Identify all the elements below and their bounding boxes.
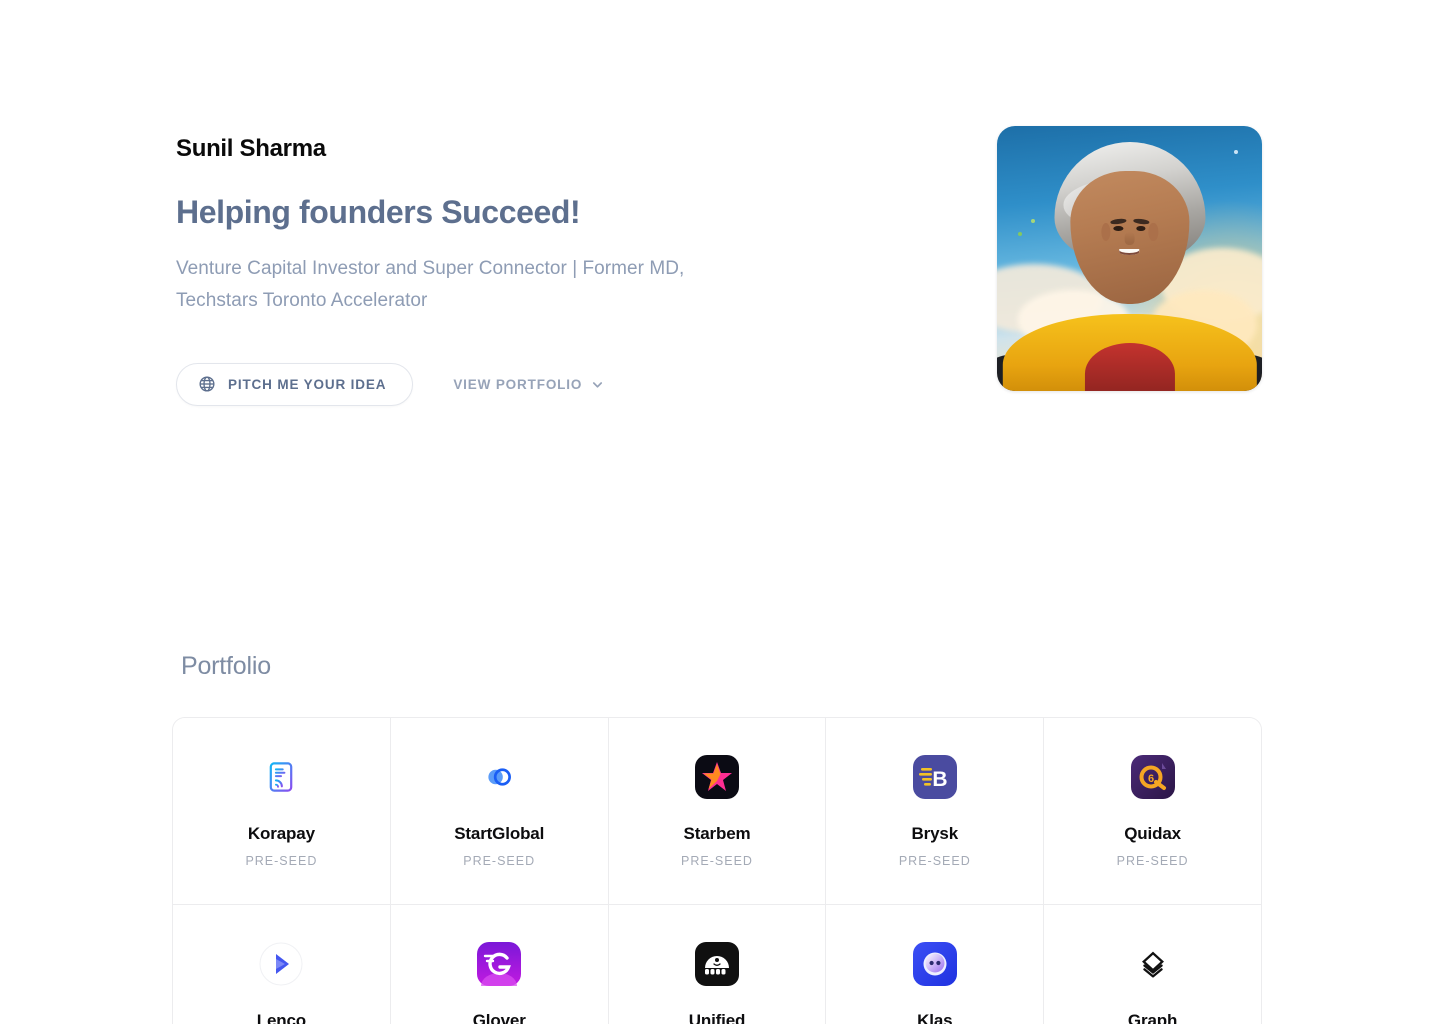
portfolio-heading: Portfolio <box>181 652 271 680</box>
portfolio-card-klas[interactable]: Klas PRE-SEED <box>825 905 1044 1024</box>
company-stage: PRE-SEED <box>245 853 318 868</box>
portfolio-card-brysk[interactable]: B Brysk PRE-SEED <box>825 718 1044 904</box>
brysk-logo: B <box>912 754 958 800</box>
globe-icon <box>198 375 216 393</box>
face <box>1069 171 1190 304</box>
company-stage: PRE-SEED <box>898 853 971 868</box>
ear-right <box>1148 222 1159 242</box>
company-name: Klas <box>917 1011 953 1024</box>
portfolio-grid: Korapay PRE-SEED StartGlobal PRE-SEED St… <box>172 717 1262 1024</box>
company-name: Graph <box>1127 1011 1178 1024</box>
company-name: Glover <box>472 1011 526 1024</box>
view-portfolio-button[interactable]: VIEW PORTFOLIO <box>453 377 604 392</box>
eye-right <box>1136 226 1146 231</box>
avatar-portrait <box>997 126 1262 391</box>
portfolio-card-starbem[interactable]: Starbem PRE-SEED <box>607 718 826 904</box>
unified-logo <box>694 941 740 987</box>
company-name: Lenco <box>256 1011 307 1024</box>
company-name: Quidax <box>1124 824 1181 844</box>
portfolio-row: Lenco PRE-SEED <box>173 904 1261 1024</box>
chevron-down-icon <box>591 378 604 391</box>
profile-headline: Helping founders Succeed! <box>176 193 581 230</box>
ear-left <box>1100 222 1111 242</box>
cta-row: PITCH ME YOUR IDEA VIEW PORTFOLIO <box>176 362 876 406</box>
profile-page: Sunil Sharma Helping founders Succeed! V… <box>0 0 1440 1024</box>
startglobal-logo <box>476 754 522 800</box>
pitch-me-your-idea-button[interactable]: PITCH ME YOUR IDEA <box>176 362 414 406</box>
mouth <box>1119 248 1140 255</box>
company-name: Brysk <box>911 824 959 844</box>
glover-logo <box>476 941 522 987</box>
view-portfolio-label: VIEW PORTFOLIO <box>453 376 583 392</box>
eyebrow-right <box>1132 217 1149 225</box>
portfolio-card-unified[interactable]: Unified PRE-SEED <box>607 905 826 1024</box>
company-stage: PRE-SEED <box>463 853 536 868</box>
company-stage: PRE-SEED <box>1116 853 1189 868</box>
portfolio-card-korapay[interactable]: Korapay PRE-SEED <box>173 718 390 904</box>
quidax-logo: 6 <box>1130 754 1176 800</box>
portfolio-row: Korapay PRE-SEED StartGlobal PRE-SEED St… <box>173 718 1261 904</box>
portfolio-card-lenco[interactable]: Lenco PRE-SEED <box>173 905 390 1024</box>
company-name: Starbem <box>683 824 751 844</box>
pitch-button-label: PITCH ME YOUR IDEA <box>228 376 387 392</box>
page-title: Sunil Sharma <box>176 135 326 162</box>
profile-bio: Venture Capital Investor and Super Conne… <box>176 257 685 312</box>
avatar <box>997 126 1262 391</box>
company-name: StartGlobal <box>454 824 545 844</box>
company-stage: PRE-SEED <box>681 853 753 868</box>
company-name: Korapay <box>247 824 315 844</box>
company-name: Unified <box>688 1011 746 1024</box>
svg-text:6: 6 <box>1148 773 1154 785</box>
nose <box>1124 231 1135 246</box>
portfolio-card-graph[interactable]: Graph PRE-SEED <box>1043 905 1261 1024</box>
graph-logo <box>1130 941 1176 987</box>
portfolio-card-startglobal[interactable]: StartGlobal PRE-SEED <box>389 718 608 904</box>
eye-left <box>1113 226 1123 231</box>
svg-text:B: B <box>932 768 947 791</box>
starbem-logo <box>694 754 740 800</box>
lenco-logo <box>258 941 304 987</box>
portfolio-card-glover[interactable]: Glover PRE-SEED <box>389 905 608 1024</box>
hero-section: Sunil Sharma Helping founders Succeed! V… <box>176 126 1262 406</box>
korapay-logo <box>258 754 304 800</box>
eyebrow-left <box>1110 217 1127 225</box>
hero-text-column: Sunil Sharma Helping founders Succeed! V… <box>176 126 876 406</box>
klas-logo <box>912 941 958 987</box>
portfolio-card-quidax[interactable]: 6 Quidax PRE-SEED <box>1043 718 1261 904</box>
